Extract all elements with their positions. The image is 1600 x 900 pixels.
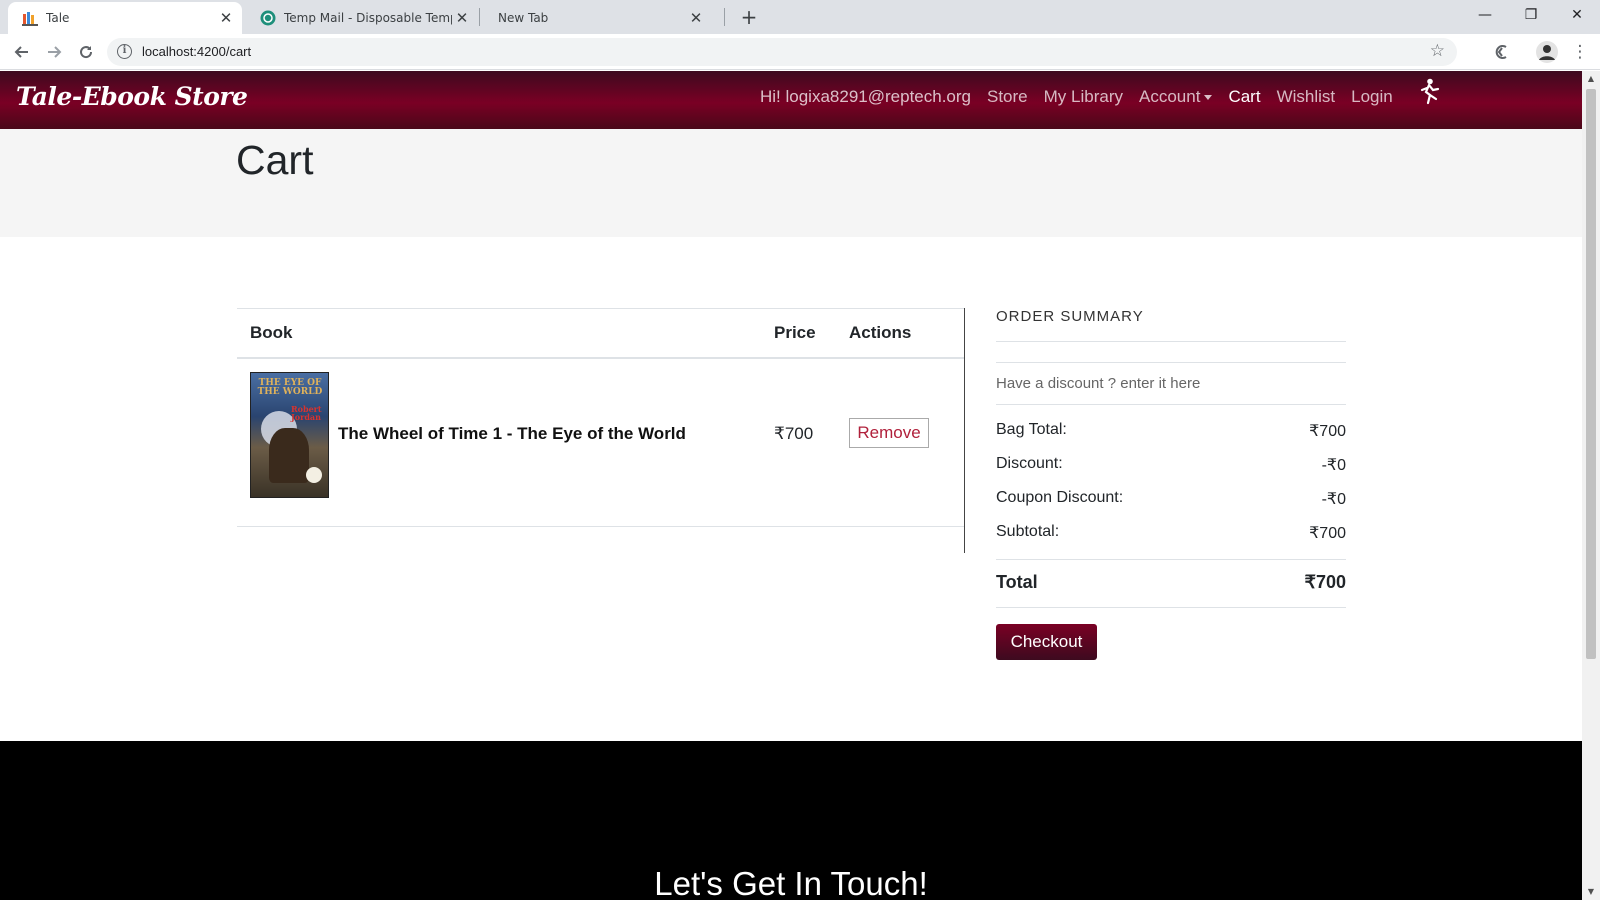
summary-label: Bag Total: xyxy=(996,421,1067,438)
close-tab-icon[interactable]: ✕ xyxy=(452,9,472,27)
order-summary-heading: ORDER SUMMARY xyxy=(996,308,1346,342)
browser-toolbar: i localhost:4200/cart ☆ ⋮ xyxy=(0,34,1600,70)
close-tab-icon[interactable]: ✕ xyxy=(686,9,706,27)
footer-heading: Let's Get In Touch! xyxy=(654,865,928,900)
page-scrollbar[interactable]: ▲ ▼ xyxy=(1582,71,1600,900)
tab-title: Temp Mail - Disposable Tempora xyxy=(284,11,452,25)
summary-label: Subtotal: xyxy=(996,523,1060,540)
running-person-icon[interactable] xyxy=(1418,78,1442,106)
page-title: Cart xyxy=(236,137,314,183)
summary-row-subtotal: Subtotal: ₹700 xyxy=(996,519,1346,553)
checkout-button[interactable]: Checkout xyxy=(996,624,1097,660)
restore-icon[interactable]: ❐ xyxy=(1508,0,1554,30)
table-row: THE EYE OF THE WORLD Robert Jordan The W… xyxy=(237,359,964,527)
user-greeting: Hi! logixa8291@reptech.org xyxy=(760,87,971,106)
tab-divider xyxy=(724,8,725,26)
summary-label: Coupon Discount: xyxy=(996,489,1124,506)
nav-link-account-label: Account xyxy=(1139,87,1201,106)
address-bar[interactable]: i localhost:4200/cart ☆ xyxy=(107,38,1457,66)
scroll-up-arrow-icon[interactable]: ▲ xyxy=(1582,71,1600,87)
site-navbar: Tale-Ebook Store Hi! logixa8291@reptech.… xyxy=(0,71,1582,129)
remove-button[interactable]: Remove xyxy=(849,418,929,448)
tempmail-favicon-icon xyxy=(260,10,276,26)
browser-tab-strip: Tale ✕ Temp Mail - Disposable Tempora ✕ … xyxy=(0,0,1600,34)
summary-rows: Bag Total: ₹700 Discount: -₹0 Coupon Dis… xyxy=(996,405,1346,553)
summary-row-coupon-discount: Coupon Discount: -₹0 xyxy=(996,485,1346,519)
total-value: ₹700 xyxy=(1304,572,1346,592)
url-text: localhost:4200/cart xyxy=(142,44,252,59)
profile-avatar-icon[interactable] xyxy=(1535,40,1559,64)
column-header-price: Price xyxy=(774,323,816,342)
forward-arrow-icon[interactable] xyxy=(42,40,66,64)
summary-row-discount: Discount: -₹0 xyxy=(996,451,1346,485)
minimize-icon[interactable]: — xyxy=(1462,0,1508,30)
dropdown-caret-icon xyxy=(1204,95,1213,101)
browser-tab-tempmail[interactable]: Temp Mail - Disposable Tempora ✕ xyxy=(246,2,478,34)
nav-link-account[interactable]: Account xyxy=(1139,87,1213,107)
cart-table: Book Price Actions THE EYE OF THE WORLD … xyxy=(237,308,964,527)
browser-menu-icon[interactable]: ⋮ xyxy=(1568,40,1592,64)
book-cover-image[interactable]: THE EYE OF THE WORLD Robert Jordan xyxy=(250,372,329,498)
discount-code-link[interactable]: Have a discount ? enter it here xyxy=(996,362,1346,405)
total-label: Total xyxy=(996,572,1038,592)
close-tab-icon[interactable]: ✕ xyxy=(216,9,236,27)
summary-value: -₹0 xyxy=(1321,457,1346,474)
brand-logo[interactable]: Tale-Ebook Store xyxy=(16,82,248,111)
cover-seal xyxy=(306,467,322,483)
tab-title: New Tab xyxy=(498,11,549,25)
close-window-icon[interactable]: ✕ xyxy=(1554,0,1600,30)
nav-links: Hi! logixa8291@reptech.org Store My Libr… xyxy=(760,87,1409,107)
nav-link-cart[interactable]: Cart xyxy=(1228,87,1260,107)
cover-rider xyxy=(269,428,309,483)
back-arrow-icon[interactable] xyxy=(10,40,34,64)
cover-author: Robert Jordan xyxy=(291,404,322,422)
nav-link-login[interactable]: Login xyxy=(1351,87,1393,107)
extension-icon[interactable] xyxy=(1490,40,1514,64)
summary-label: Discount: xyxy=(996,455,1063,472)
page-header: Cart xyxy=(0,129,1582,237)
new-tab-plus-icon[interactable]: + xyxy=(736,4,762,30)
summary-value: ₹700 xyxy=(1309,525,1346,542)
nav-link-wishlist[interactable]: Wishlist xyxy=(1277,87,1336,107)
cover-title: THE EYE OF THE WORLD xyxy=(257,378,323,397)
nav-link-store[interactable]: Store xyxy=(987,87,1028,107)
summary-total: Total ₹700 xyxy=(996,559,1346,608)
scrollbar-thumb[interactable] xyxy=(1586,89,1596,659)
bookmark-star-icon[interactable]: ☆ xyxy=(1430,41,1445,61)
browser-tab-tale[interactable]: Tale ✕ xyxy=(8,2,242,34)
scroll-down-arrow-icon[interactable]: ▼ xyxy=(1582,884,1600,900)
book-price: ₹700 xyxy=(774,424,814,443)
books-favicon-icon xyxy=(22,10,38,26)
site-footer: Let's Get In Touch! xyxy=(0,741,1582,900)
summary-row-bag-total: Bag Total: ₹700 xyxy=(996,417,1346,451)
nav-link-my-library[interactable]: My Library xyxy=(1044,87,1123,107)
cart-section: Book Price Actions THE EYE OF THE WORLD … xyxy=(237,308,965,553)
reload-icon[interactable] xyxy=(74,40,98,64)
checkout-container: Checkout xyxy=(996,624,1346,664)
browser-tab-newtab[interactable]: New Tab ✕ xyxy=(480,2,712,34)
summary-value: -₹0 xyxy=(1321,491,1346,508)
tab-title: Tale xyxy=(46,11,70,25)
column-header-actions: Actions xyxy=(849,323,912,342)
page-viewport: Tale-Ebook Store Hi! logixa8291@reptech.… xyxy=(0,71,1582,900)
order-summary: ORDER SUMMARY Have a discount ? enter it… xyxy=(996,308,1346,664)
summary-value: ₹700 xyxy=(1309,423,1346,440)
column-header-book: Book xyxy=(250,323,293,342)
site-info-icon[interactable]: i xyxy=(117,44,132,59)
book-title[interactable]: The Wheel of Time 1 - The Eye of the Wor… xyxy=(338,424,686,444)
cart-table-header: Book Price Actions xyxy=(237,309,964,359)
